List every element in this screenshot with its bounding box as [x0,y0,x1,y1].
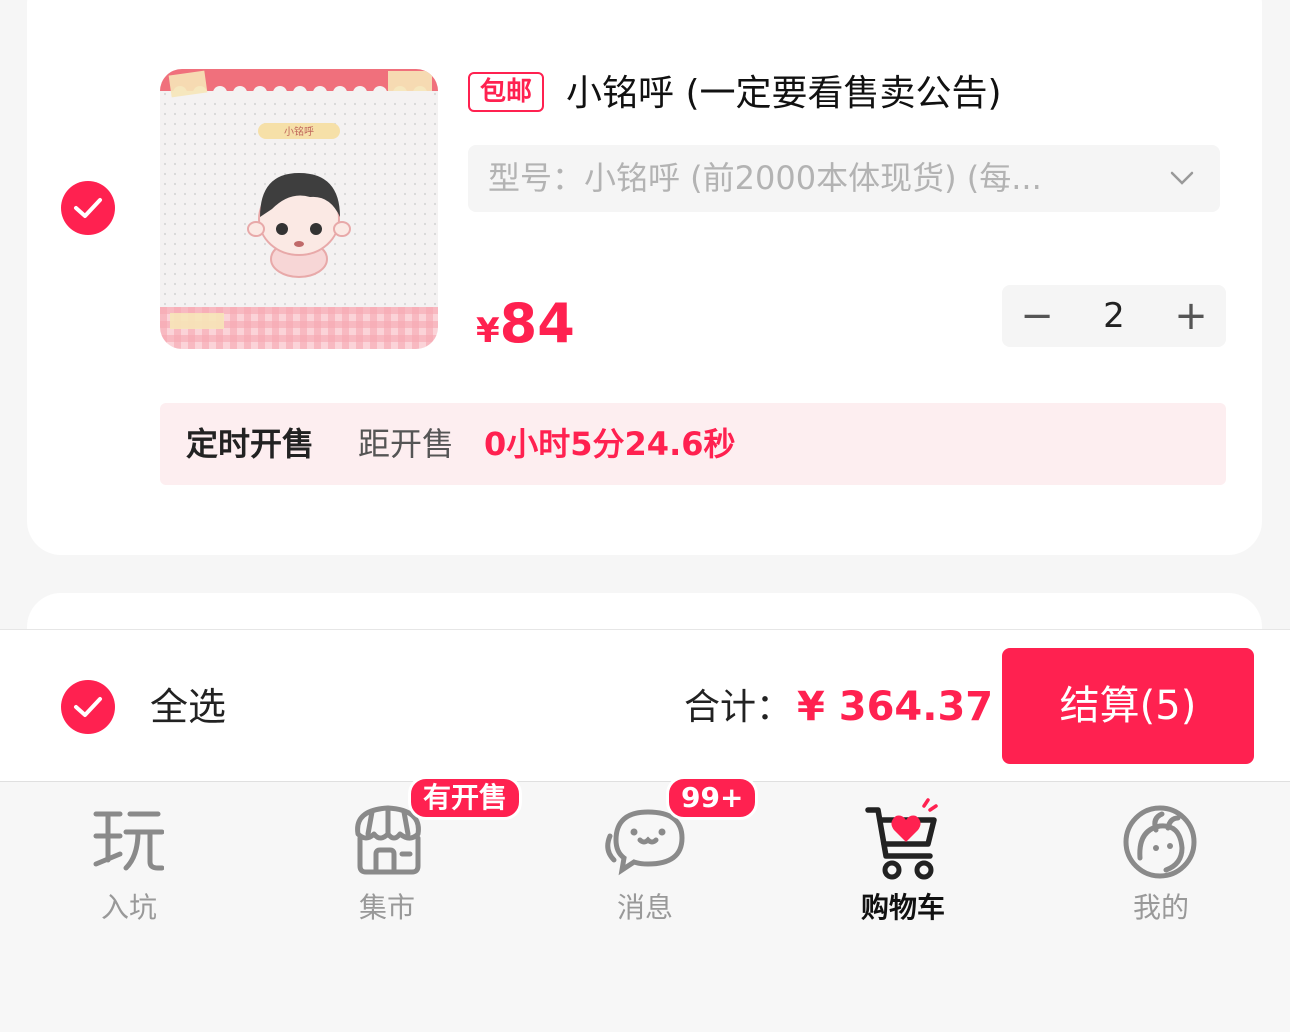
messages-badge: 99+ [666,776,759,820]
checkout-button[interactable]: 结算(5) [1002,648,1254,764]
tab-label-cart: 购物车 [860,891,945,924]
tab-profile[interactable]: 我的 [1032,782,1290,932]
checkmark-icon [74,198,102,218]
tab-market[interactable]: 有开售 集市 [258,776,523,932]
market-badge: 有开售 [408,776,523,820]
variant-text: 型号：小铭呼 (前2000本体现货) (每... [488,159,1042,197]
price-value: 84 [499,292,575,355]
tab-label-play: 入坑 [100,891,157,924]
bottom-tab-bar: 入坑 有开售 集市 99+ 消息 购物车 我的 [0,776,1290,1032]
cart-icon [865,798,938,880]
select-all-label[interactable]: 全选 [150,680,226,734]
tab-label-market: 集市 [358,891,415,924]
product-title[interactable]: 小铭呼 (一定要看售卖公告) [566,68,1002,120]
free-shipping-badge: 包邮 [468,72,545,112]
timer-prefix: 距开售 [358,425,455,463]
item-checkbox[interactable] [61,181,115,235]
item-price: ¥84 [476,292,575,355]
select-all-checkbox[interactable] [61,680,115,734]
checkmark-icon [74,697,102,717]
chevron-down-icon [1170,171,1194,185]
timer-label: 定时开售 [186,425,315,463]
tab-play[interactable]: 入坑 [0,782,258,932]
product-thumbnail[interactable]: 小铭呼 [160,69,438,349]
tab-label-messages: 消息 [616,891,673,924]
quantity-value[interactable]: 2 [1072,285,1156,347]
variant-selector[interactable]: 型号：小铭呼 (前2000本体现货) (每... [468,145,1220,212]
sale-timer-bar: 定时开售 距开售 0小时5分24.6秒 [160,403,1226,485]
total-value: ¥ 364.37 [797,684,994,730]
decrease-button[interactable]: − [1002,285,1072,347]
timer-countdown: 0小时5分24.6秒 [484,425,736,463]
quantity-stepper: − 2 + [1002,285,1226,347]
tab-cart[interactable]: 购物车 [774,782,1032,932]
profile-icon [1123,805,1197,879]
increase-button[interactable]: + [1156,285,1226,347]
tab-messages[interactable]: 99+ 消息 [516,776,774,932]
checkout-bar: 全选 合计： ¥ 364.37 结算(5) [0,629,1290,781]
tab-label-profile: 我的 [1132,891,1189,924]
total-label: 合计： [684,687,793,728]
thumb-caption: 小铭呼 [284,125,314,138]
play-icon [93,811,164,871]
price-currency: ¥ [476,311,500,351]
